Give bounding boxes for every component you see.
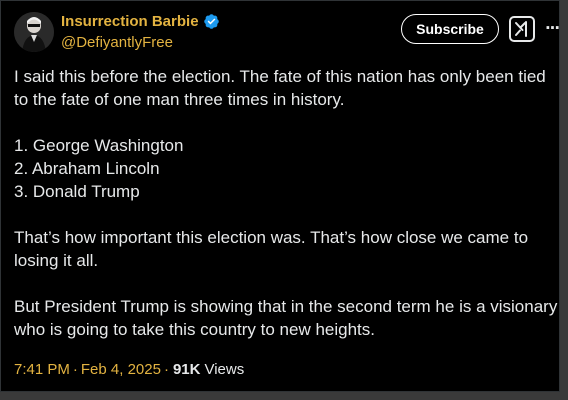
- tweet-card: Insurrection Barbie @DefiyantlyFree Subs…: [0, 0, 560, 392]
- avatar[interactable]: [14, 12, 54, 52]
- verified-badge-icon[interactable]: [203, 13, 220, 30]
- more-icon[interactable]: ···: [544, 19, 560, 37]
- avatar-image: [14, 12, 54, 52]
- tweet-paragraph: That’s how important this election was. …: [14, 228, 529, 270]
- author-handle[interactable]: @DefiyantlyFree: [61, 34, 173, 51]
- tweet-paragraph: I said this before the election. The fat…: [14, 67, 546, 109]
- tweet-text: I said this before the election. The fat…: [14, 65, 559, 341]
- list-item: 3. Donald Trump: [14, 182, 140, 201]
- tweet-paragraph: But President Trump is showing that in t…: [14, 297, 558, 339]
- author-display-name[interactable]: Insurrection Barbie: [61, 13, 199, 30]
- meta-separator: ·: [72, 361, 78, 378]
- meta-separator: ·: [163, 361, 169, 378]
- grok-button[interactable]: [509, 16, 535, 42]
- grok-icon: [515, 21, 527, 37]
- list-item: 1. George Washington: [14, 136, 184, 155]
- subscribe-button[interactable]: Subscribe: [401, 14, 499, 44]
- tweet-date-link[interactable]: Feb 4, 2025: [81, 361, 161, 378]
- tweet-meta: 7:41 PM · Feb 4, 2025 · 91K Views: [14, 361, 244, 378]
- tweet-time-link[interactable]: 7:41 PM: [14, 361, 70, 378]
- views-label: Views: [204, 361, 245, 378]
- views-count[interactable]: 91K: [173, 361, 201, 378]
- list-item: 2. Abraham Lincoln: [14, 159, 160, 178]
- author-name-row: Insurrection Barbie: [61, 13, 220, 30]
